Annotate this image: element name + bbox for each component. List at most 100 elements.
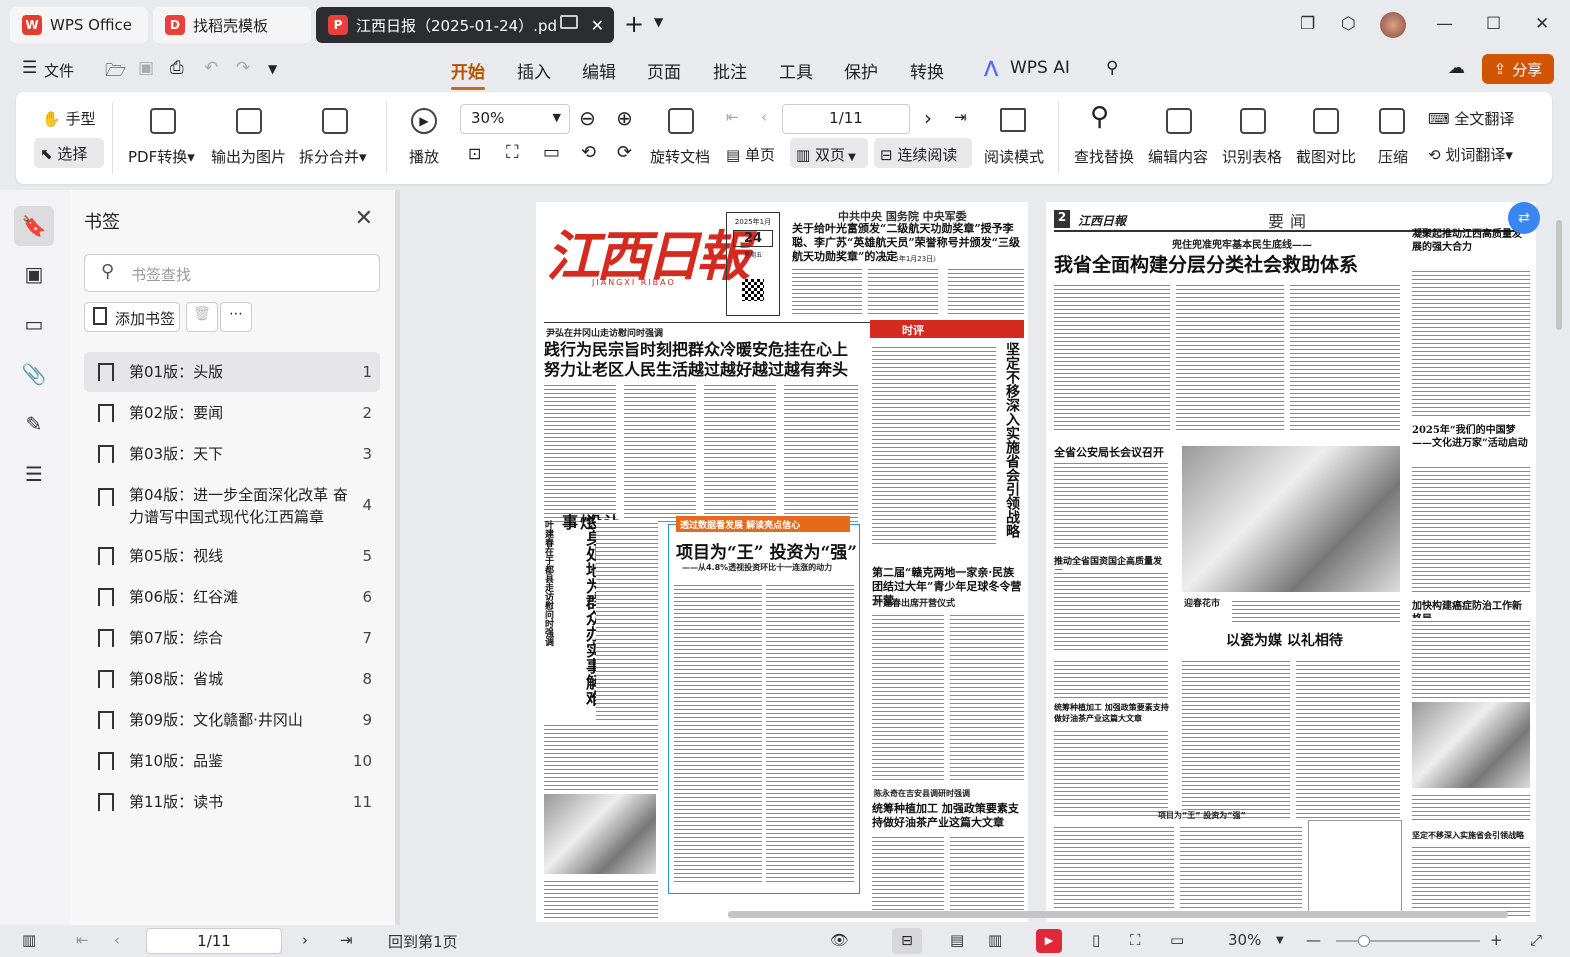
menu-start[interactable]: 开始	[451, 58, 485, 90]
bookmark-item[interactable]: 第02版：要闻 2	[84, 393, 380, 433]
screenshot-compare-button[interactable]: 截图对比	[1296, 146, 1356, 167]
menu-tools[interactable]: 工具	[779, 58, 813, 83]
bookmark-item[interactable]: 第09版：文化赣鄱·井冈山 9	[84, 700, 380, 740]
zoom-select[interactable]: 30% ▼	[460, 104, 570, 134]
single-view-icon[interactable]: ▤	[950, 931, 964, 949]
open-folder-icon[interactable]: 🗁	[105, 58, 126, 87]
more-chevron-icon[interactable]: ▼	[268, 62, 277, 76]
vertical-scrollbar[interactable]	[1554, 212, 1564, 902]
undo-icon[interactable]: ↶	[204, 58, 218, 78]
search-icon[interactable]: ⚲	[1106, 58, 1118, 78]
bookmark-item[interactable]: 第07版：综合 7	[84, 618, 380, 658]
full-translate-button[interactable]: ⌨ 全文翻译	[1428, 108, 1514, 129]
prev-page-icon[interactable]: ‹	[114, 931, 120, 949]
continuous-view-button[interactable]: ⊟	[892, 928, 922, 954]
bookmark-item[interactable]: 第11版：读书 11	[84, 782, 380, 822]
bookmark-search-input[interactable]: ⚲ 书签查找	[84, 254, 380, 292]
monitor-icon[interactable]	[560, 15, 578, 29]
recognize-table-button[interactable]: 识别表格	[1222, 146, 1282, 167]
split-merge-button[interactable]: 拆分合并▾	[299, 146, 367, 167]
next-page-icon[interactable]: ›	[302, 931, 308, 949]
first-page-icon[interactable]: ⇤	[726, 108, 739, 126]
minimize-icon[interactable]: —	[1436, 14, 1453, 34]
book-view-icon[interactable]: ▯	[1092, 931, 1100, 949]
close-window-icon[interactable]: ✕	[1535, 14, 1549, 34]
fullscreen-icon[interactable]: ⤢	[1530, 931, 1542, 949]
tab-pdf-document[interactable]: P 江西日报（2025-01-24）.pd ✕	[316, 7, 614, 43]
delete-bookmark-button[interactable]: 🗑	[186, 302, 218, 332]
page-number-input[interactable]: 1/11	[782, 104, 910, 134]
first-page-icon[interactable]: ⇤	[76, 931, 89, 949]
double-view-icon[interactable]: ▥	[988, 931, 1002, 949]
bookmark-item[interactable]: 第01版：头版 1	[84, 352, 380, 392]
menu-wps-ai[interactable]: WPS AI	[1010, 58, 1070, 78]
menu-comment[interactable]: 批注	[713, 58, 747, 83]
zoom-out-icon[interactable]: ⊖	[579, 106, 596, 130]
document-viewer[interactable]: 江西日報 JIANGXI RIBAO 2025年1月 24 星期五 中共中央 国…	[400, 190, 1552, 925]
prev-page-icon[interactable]: ‹	[761, 108, 767, 126]
new-tab-button[interactable]: +	[624, 10, 644, 38]
chevron-down-icon[interactable]: ▼	[654, 15, 663, 29]
close-icon[interactable]: ✕	[355, 206, 373, 231]
single-page-button[interactable]: ▤ 单页	[726, 144, 775, 165]
fit-page-icon[interactable]: ⛶	[506, 142, 519, 163]
horizontal-scrollbar[interactable]	[728, 911, 1508, 918]
pdf-convert-button[interactable]: PDF转换▾	[128, 146, 195, 167]
hand-tool-button[interactable]: ✋ 手型	[42, 108, 95, 129]
scroll-thumb[interactable]	[1556, 220, 1562, 330]
status-zoom[interactable]: 30%	[1228, 931, 1261, 949]
bookmark-item[interactable]: 第06版：红谷滩 6	[84, 577, 380, 617]
signature-icon[interactable]: ✎	[18, 408, 50, 440]
add-bookmark-button[interactable]: 添加书签	[84, 302, 180, 332]
menu-edit[interactable]: 编辑	[582, 58, 616, 83]
fit-page-icon[interactable]: ⛶	[1130, 931, 1141, 949]
fit-width-icon[interactable]: ▭	[1170, 931, 1184, 949]
avatar[interactable]	[1380, 12, 1406, 38]
last-page-icon[interactable]: ⇥	[954, 108, 967, 126]
bookmark-panel-icon[interactable]: 🔖	[14, 206, 54, 246]
word-translate-button[interactable]: ⟲ 划词翻译▾	[1428, 144, 1513, 165]
bookmark-item[interactable]: 第04版：进一步全面深化改革 奋力谱写中国式现代化江西篇章 4	[84, 478, 380, 534]
save-icon[interactable]: ▣	[138, 58, 154, 78]
tab-docer[interactable]: D 找稻壳模板	[153, 7, 311, 43]
redo-icon[interactable]: ↷	[236, 58, 250, 78]
menu-insert[interactable]: 插入	[517, 58, 551, 83]
print-icon[interactable]: ⎙	[170, 58, 184, 78]
status-page-input[interactable]: 1/11	[146, 928, 282, 954]
window-icon[interactable]: ❐	[1300, 14, 1315, 34]
fit-width-icon[interactable]: ▭	[543, 142, 560, 163]
zoom-in-icon[interactable]: ⊕	[616, 106, 633, 130]
bookmark-item[interactable]: 第05版：视线 5	[84, 536, 380, 576]
toggle-sidebar-icon[interactable]: ▥	[22, 931, 36, 949]
goto-first-link[interactable]: 回到第1页	[388, 931, 458, 952]
find-replace-button[interactable]: 查找替换	[1074, 146, 1134, 167]
wps-ai-icon[interactable]: ⋀	[984, 58, 998, 78]
bookmark-item[interactable]: 第08版：省城 8	[84, 659, 380, 699]
more-options-button[interactable]: ⋯	[220, 302, 252, 332]
bookmark-item[interactable]: 第03版：天下 3	[84, 434, 380, 474]
comment-icon[interactable]: ▭	[18, 308, 50, 340]
rotate-left-icon[interactable]: ⟲	[581, 142, 596, 163]
bookmark-item[interactable]: 第10版：品鉴 10	[84, 741, 380, 781]
compress-button[interactable]: 压缩	[1378, 146, 1408, 167]
cloud-upload-icon[interactable]: ☁	[1448, 58, 1465, 78]
zoom-in-icon[interactable]: +	[1490, 931, 1503, 949]
menu-convert[interactable]: 转换	[910, 58, 944, 83]
hamburger-icon[interactable]: ☰	[22, 58, 37, 78]
thumbnail-icon[interactable]: ▣	[18, 258, 50, 290]
actual-size-icon[interactable]: ⊡	[468, 144, 481, 163]
export-image-button[interactable]: 输出为图片	[211, 146, 286, 167]
play-button[interactable]: 播放	[409, 146, 439, 167]
layers-icon[interactable]: ☰	[18, 458, 50, 490]
close-icon[interactable]: ✕	[591, 16, 604, 35]
attachment-icon[interactable]: 📎	[18, 358, 50, 390]
rotate-right-icon[interactable]: ⟳	[617, 142, 632, 163]
ai-assistant-icon[interactable]: ⇄	[1508, 202, 1540, 234]
next-page-icon[interactable]: ›	[924, 106, 932, 130]
zoom-slider-handle[interactable]	[1358, 935, 1370, 947]
reading-mode-button[interactable]: 阅读模式	[984, 146, 1044, 167]
menu-page[interactable]: 页面	[647, 58, 681, 83]
share-button[interactable]: ⇪ 分享	[1482, 54, 1554, 84]
rotate-document-button[interactable]: 旋转文档	[650, 146, 710, 167]
chevron-down-icon[interactable]: ▼	[1276, 935, 1284, 946]
